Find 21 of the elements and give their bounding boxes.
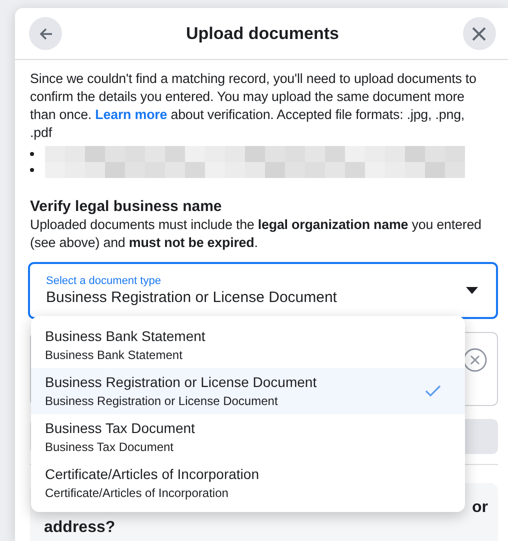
intro-text: Since we couldn't find a matching record, you'll need to upload documents to confirm the details you entered. You may upload the same document more than once. Learn more about verification. Accepted file formats: .jpg, .png, .pdf <box>30 70 478 142</box>
dropdown-option[interactable]: Business Registration or License Document Business Registration or License Document <box>31 368 465 414</box>
caret-icon <box>466 286 478 294</box>
bullet-icon <box>30 152 34 156</box>
learn-more-link[interactable]: Learn more <box>95 107 168 122</box>
card-text-start: address? <box>44 519 116 536</box>
remove-icon[interactable] <box>463 348 487 372</box>
dialog-title: Upload documents <box>186 24 339 44</box>
dropdown-option[interactable]: Certificate/Articles of Incorporation Certificate/Articles of Incorporation <box>31 460 465 506</box>
close-icon <box>470 24 488 42</box>
bullet-icon <box>30 168 34 172</box>
section-heading: Verify legal business name <box>30 198 223 216</box>
section-description: Uploaded documents must include the legal organization name you entered (see above) and must not be expired. <box>30 216 482 252</box>
select-label: Select a document type <box>46 274 162 288</box>
card-text-end: or <box>472 498 488 518</box>
check-icon <box>425 385 441 397</box>
select-value: Business Registration or License Document <box>46 288 337 307</box>
dropdown-option[interactable]: Business Tax Document Business Tax Document <box>31 414 465 460</box>
back-button[interactable] <box>29 17 62 50</box>
close-button[interactable] <box>462 17 496 50</box>
dropdown-option[interactable]: Business Bank Statement Business Bank Statement <box>31 322 465 368</box>
